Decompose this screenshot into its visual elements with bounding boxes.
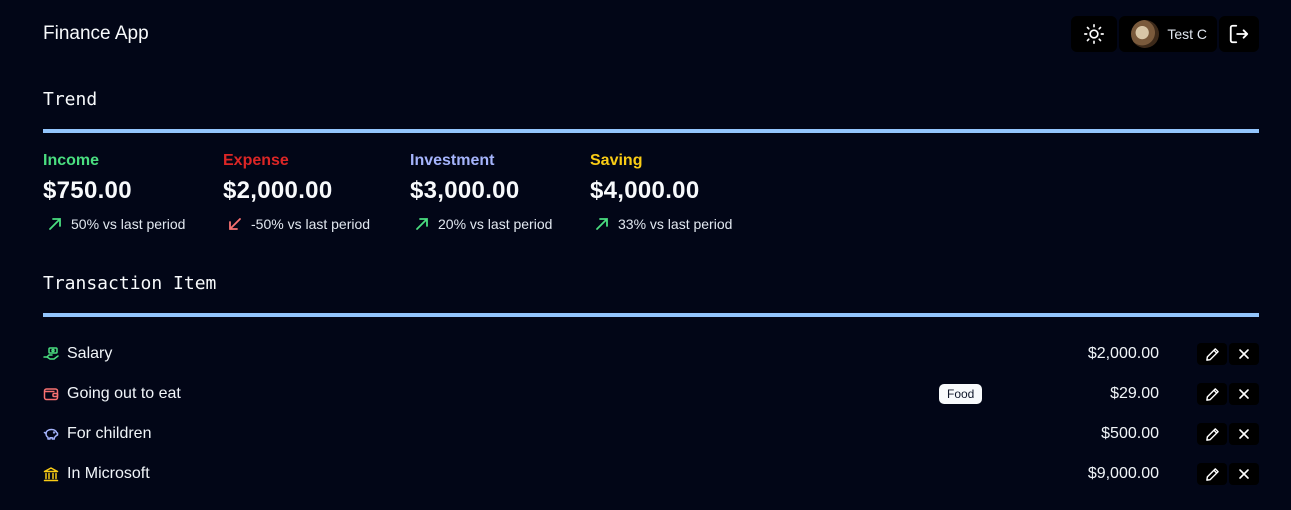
logout-button[interactable] <box>1219 16 1259 52</box>
transaction-row: For children $500.00 <box>43 414 1259 454</box>
transaction-description: For children <box>67 425 152 442</box>
stat-label: Income <box>43 152 100 169</box>
stat-saving: Saving $4,000.00 33% vs last period <box>590 152 732 232</box>
stat-change: 50% vs last period <box>43 216 185 232</box>
close-icon <box>1239 429 1249 439</box>
money-hand-icon <box>43 346 59 362</box>
stat-change: 20% vs last period <box>410 216 552 232</box>
stat-value: $4,000.00 <box>590 177 700 204</box>
close-icon <box>1239 349 1249 359</box>
stat-change-text: -50% vs last period <box>251 216 371 232</box>
theme-toggle-button[interactable] <box>1071 16 1118 52</box>
piggy-bank-icon <box>43 426 59 442</box>
stat-change-text: 33% vs last period <box>618 216 733 232</box>
stat-value: $750.00 <box>43 177 132 204</box>
edit-button[interactable] <box>1197 463 1227 485</box>
transaction-actions <box>1197 383 1259 405</box>
transaction-amount: $2,000.00 <box>1087 345 1159 362</box>
arrow-up-right-icon <box>416 218 428 230</box>
stat-change: 33% vs last period <box>590 216 732 232</box>
transaction-description: Salary <box>67 345 113 362</box>
transactions-title: Transaction Item <box>43 273 217 294</box>
transaction-row: Going out to eat Food $29.00 <box>43 374 1259 414</box>
transaction-actions <box>1197 343 1259 365</box>
transaction-row: In Microsoft $9,000.00 <box>43 454 1259 494</box>
transaction-row: Salary $2,000.00 <box>43 334 1259 374</box>
category-badge: Food <box>939 384 983 404</box>
arrow-up-right-icon <box>596 218 608 230</box>
trend-divider <box>43 129 1259 133</box>
delete-button[interactable] <box>1229 383 1259 405</box>
user-menu-button[interactable]: Test C <box>1119 16 1217 52</box>
header-actions: Test C <box>1071 16 1259 52</box>
transaction-description: In Microsoft <box>67 465 150 482</box>
app-title: Finance App <box>43 23 149 44</box>
logout-icon <box>1229 24 1249 44</box>
avatar <box>1131 20 1160 48</box>
stat-label: Saving <box>590 152 643 169</box>
arrow-up-right-icon <box>49 218 61 230</box>
transaction-amount: $9,000.00 <box>1087 465 1159 482</box>
arrow-down-left-icon <box>229 218 241 230</box>
delete-button[interactable] <box>1229 423 1259 445</box>
header: Finance App Test C <box>43 16 1259 52</box>
transaction-list: Salary $2,000.00 Going out to eat Food $… <box>43 334 1259 494</box>
stat-income: Income $750.00 50% vs last period <box>43 152 185 232</box>
close-icon <box>1239 469 1249 479</box>
transaction-amount: $500.00 <box>1101 425 1159 442</box>
stat-value: $2,000.00 <box>223 177 333 204</box>
stat-investment: Investment $3,000.00 20% vs last period <box>410 152 552 232</box>
delete-button[interactable] <box>1229 463 1259 485</box>
delete-button[interactable] <box>1229 343 1259 365</box>
trend-title: Trend <box>43 89 98 110</box>
transaction-amount: $29.00 <box>1110 385 1159 402</box>
stat-label: Expense <box>223 152 289 169</box>
pencil-icon <box>1205 467 1219 481</box>
pencil-icon <box>1205 347 1219 361</box>
edit-button[interactable] <box>1197 423 1227 445</box>
stat-change: -50% vs last period <box>223 216 370 232</box>
transaction-actions <box>1197 463 1259 485</box>
stat-expense: Expense $2,000.00 -50% vs last period <box>223 152 370 232</box>
sun-icon <box>1084 24 1105 44</box>
transactions-divider <box>43 313 1259 317</box>
transaction-description: Going out to eat <box>67 385 181 402</box>
pencil-icon <box>1205 387 1219 401</box>
close-icon <box>1239 389 1249 399</box>
stat-change-text: 20% vs last period <box>438 216 553 232</box>
edit-button[interactable] <box>1197 383 1227 405</box>
transaction-actions <box>1197 423 1259 445</box>
stat-label: Investment <box>410 152 495 169</box>
user-name: Test C <box>1167 26 1207 42</box>
stat-change-text: 50% vs last period <box>71 216 186 232</box>
edit-button[interactable] <box>1197 343 1227 365</box>
stat-value: $3,000.00 <box>410 177 520 204</box>
bank-icon <box>43 466 59 482</box>
wallet-icon <box>43 386 59 402</box>
pencil-icon <box>1205 427 1219 441</box>
